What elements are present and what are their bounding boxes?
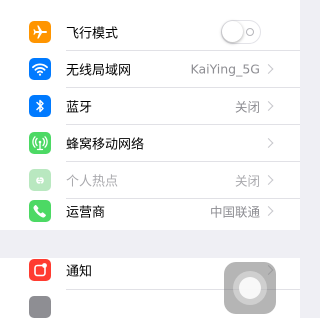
bluetooth-status: 关闭 xyxy=(234,99,260,115)
cellular-label: 蜂窝移动网络 xyxy=(66,137,145,153)
network-settings-group: 飞行模式 无线局域网 KaiYing_5G 蓝牙 关闭 蜂窝移动网络 个人热点 … xyxy=(0,0,300,230)
wlan-label: 无线局域网 xyxy=(66,63,132,79)
next-setting-icon xyxy=(29,296,51,318)
toggle-knob xyxy=(222,21,243,42)
chevron-right-icon xyxy=(263,206,274,216)
notifications-label: 通知 xyxy=(66,264,93,280)
phone-icon xyxy=(29,200,51,222)
chevron-right-icon xyxy=(263,101,274,111)
settings-row-carrier[interactable]: 运营商 中国联通 xyxy=(0,189,300,233)
bluetooth-label: 蓝牙 xyxy=(66,100,93,116)
notification-icon xyxy=(29,259,51,281)
settings-row-airplane-mode[interactable]: 飞行模式 xyxy=(0,14,300,50)
carrier-name: 中国联通 xyxy=(209,204,260,220)
chevron-right-icon xyxy=(263,138,274,148)
toggle-off-indicator xyxy=(246,28,254,36)
chevron-right-icon xyxy=(263,175,274,185)
airplane-mode-label: 飞行模式 xyxy=(66,26,119,42)
airplane-icon xyxy=(29,21,51,43)
personal-hotspot-status: 关闭 xyxy=(234,173,260,189)
antenna-icon xyxy=(29,132,51,154)
assistive-touch-button[interactable] xyxy=(224,262,276,314)
settings-row-cellular[interactable]: 蜂窝移动网络 xyxy=(0,125,300,161)
assistive-touch-center xyxy=(239,277,261,299)
wifi-icon xyxy=(29,58,51,80)
bluetooth-icon xyxy=(29,95,51,117)
carrier-label: 运营商 xyxy=(66,205,106,221)
airplane-mode-toggle[interactable] xyxy=(221,20,261,44)
wlan-network-name: KaiYing_5G xyxy=(190,61,260,77)
personal-hotspot-label: 个人热点 xyxy=(66,174,119,190)
settings-row-wlan[interactable]: 无线局域网 KaiYing_5G xyxy=(0,51,300,87)
hotspot-icon xyxy=(29,169,51,191)
chevron-right-icon xyxy=(263,64,274,74)
settings-row-bluetooth[interactable]: 蓝牙 关闭 xyxy=(0,88,300,124)
